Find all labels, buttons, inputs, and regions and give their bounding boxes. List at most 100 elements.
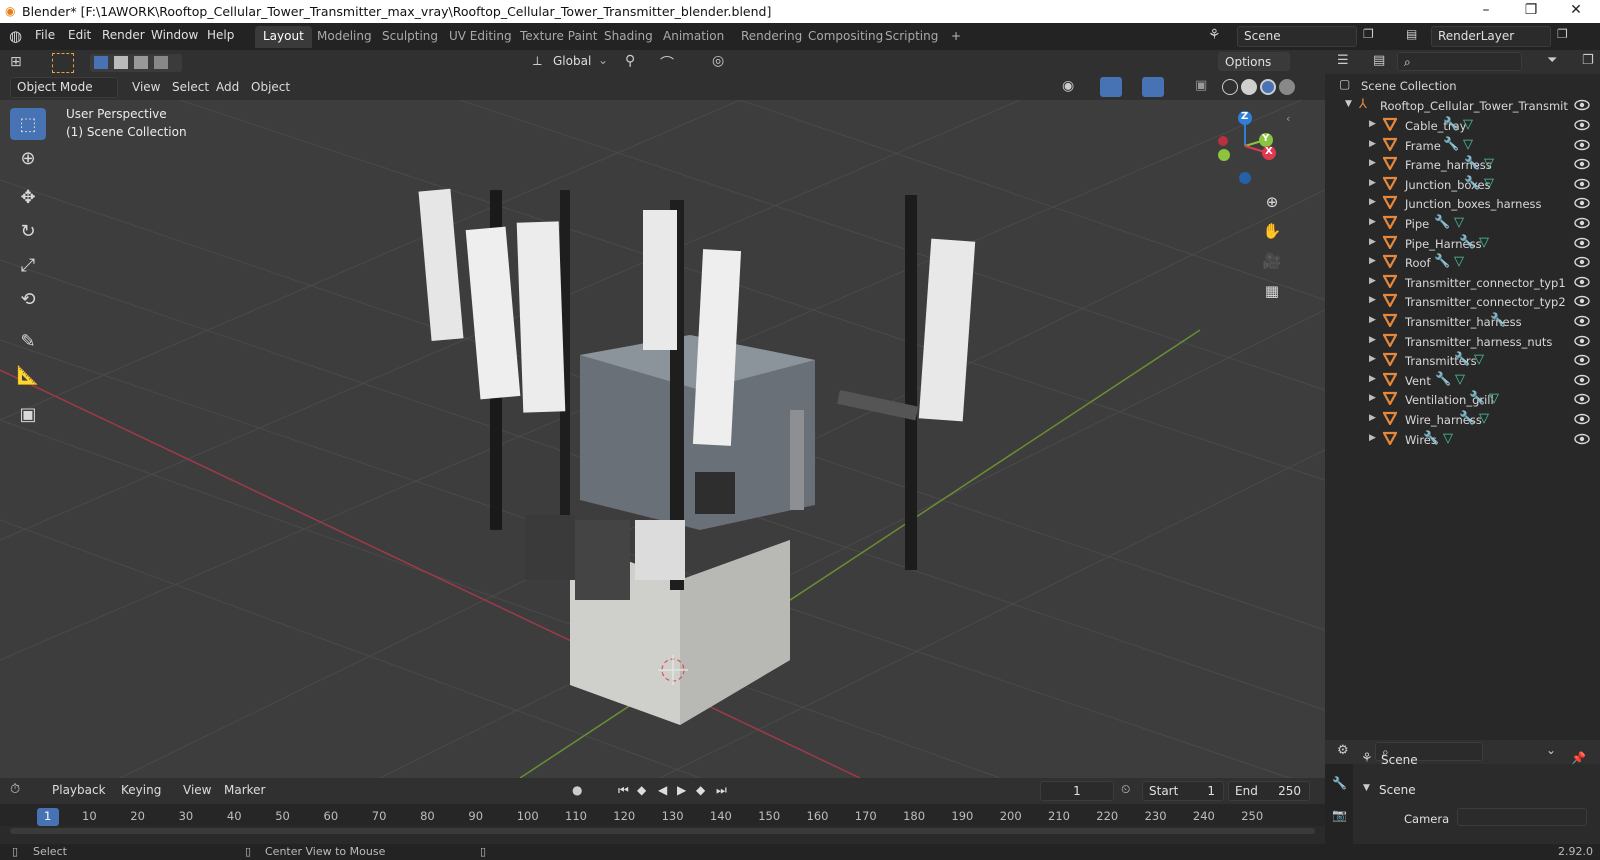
renderlayer-selector[interactable]: RenderLayer xyxy=(1431,26,1551,47)
new-collection-icon[interactable]: ❐ xyxy=(1582,53,1594,68)
expand-right-icon[interactable]: ▶ xyxy=(1369,335,1376,345)
options-dropdown[interactable]: Options xyxy=(1218,52,1290,71)
menu-file[interactable]: File xyxy=(35,28,55,42)
modifier-wrench-icon[interactable]: 🔧 xyxy=(1464,156,1480,171)
expand-right-icon[interactable]: ▶ xyxy=(1369,237,1376,247)
3d-viewport[interactable]: ⬚ ⊕ ✥ ↻ ⤢ ⟲ ✎ 📐 ▣ User Perspective (1) S… xyxy=(0,100,1325,778)
viewport-menu-object[interactable]: Object xyxy=(251,80,290,94)
jump-start-icon[interactable]: ⏮ xyxy=(618,783,629,798)
mesh-data-icon[interactable]: ▽ xyxy=(1484,176,1494,191)
play-reverse-icon[interactable]: ◀ xyxy=(658,783,667,797)
xray-icon[interactable]: ▣ xyxy=(1195,78,1207,93)
outliner-item[interactable]: ▶ Ventilation_grill 🔧 ▽ xyxy=(1325,390,1600,410)
modifier-wrench-icon[interactable]: 🔧 xyxy=(1443,137,1459,152)
mesh-data-icon[interactable]: ▽ xyxy=(1479,411,1489,426)
timeline-scrollbar[interactable] xyxy=(10,828,1315,834)
maximize-button[interactable]: ❐ xyxy=(1521,2,1541,18)
new-renderlayer-icon[interactable]: ❐ xyxy=(1557,27,1568,41)
outliner-item[interactable]: ▶ Junction_boxes 🔧 ▽ xyxy=(1325,175,1600,195)
mode-dropdown[interactable]: Object Mode xyxy=(10,77,118,98)
modifier-wrench-icon[interactable]: 🔧 xyxy=(1434,215,1450,230)
menu-edit[interactable]: Edit xyxy=(68,28,91,42)
pin-icon[interactable]: 📌 xyxy=(1571,751,1586,765)
eye-icon[interactable] xyxy=(1574,293,1590,309)
eye-icon[interactable] xyxy=(1574,215,1590,231)
properties-editor-icon[interactable]: ⚙ xyxy=(1337,743,1349,758)
modifier-wrench-icon[interactable]: 🔧 xyxy=(1469,391,1485,406)
eye-icon[interactable] xyxy=(1574,352,1590,368)
eye-icon[interactable] xyxy=(1574,195,1590,211)
set-selection-icon[interactable] xyxy=(94,56,108,69)
outliner-item[interactable]: ▶ Transmitter_connector_typ1 xyxy=(1325,273,1600,293)
outliner-item[interactable]: ▶ Transmitter_harness_nuts xyxy=(1325,332,1600,352)
mesh-data-icon[interactable]: ▽ xyxy=(1484,156,1494,171)
timeline-menu-playback[interactable]: Playback xyxy=(52,783,106,797)
pivot-point-icon[interactable]: ⚲ xyxy=(625,53,635,69)
tab-layout[interactable]: Layout xyxy=(255,26,312,48)
timeline-menu-keying[interactable]: Keying xyxy=(121,783,161,797)
outliner-item[interactable]: ▶ Wires 🔧 ▽ xyxy=(1325,430,1600,450)
tab-texture-paint[interactable]: Texture Paint xyxy=(512,26,605,48)
pan-hand-icon[interactable]: ✋ xyxy=(1260,219,1284,243)
timeline-editor-icon[interactable]: ⏱ xyxy=(10,782,20,797)
record-icon[interactable]: ● xyxy=(572,783,582,797)
eye-icon[interactable] xyxy=(1574,176,1590,192)
zoom-icon[interactable]: ⊕ xyxy=(1260,190,1284,214)
eye-icon[interactable] xyxy=(1574,313,1590,329)
outliner-search-input[interactable]: ⌕ xyxy=(1397,52,1522,71)
invert-selection-icon[interactable] xyxy=(154,56,168,69)
annotate-tool-icon[interactable]: ✎ xyxy=(10,325,46,357)
eye-icon[interactable] xyxy=(1574,97,1590,113)
expand-right-icon[interactable]: ▶ xyxy=(1369,139,1376,149)
current-frame-field[interactable]: 1 xyxy=(1040,781,1114,801)
mesh-data-icon[interactable]: ▽ xyxy=(1455,372,1465,387)
expand-right-icon[interactable]: ▶ xyxy=(1369,119,1376,129)
outliner-item[interactable]: ▶ Roof 🔧 ▽ xyxy=(1325,253,1600,273)
overlay-toggle-icon[interactable] xyxy=(1142,77,1164,97)
eye-icon[interactable] xyxy=(1574,235,1590,251)
modifier-wrench-icon[interactable]: 🔧 xyxy=(1490,313,1506,328)
modifier-wrench-icon[interactable]: 🔧 xyxy=(1464,176,1480,191)
mesh-data-icon[interactable]: ▽ xyxy=(1479,235,1489,250)
eye-icon[interactable] xyxy=(1574,274,1590,290)
outliner-item[interactable]: ▶ Cable_tray 🔧 ▽ xyxy=(1325,116,1600,136)
expand-right-icon[interactable]: ▶ xyxy=(1369,197,1376,207)
scale-tool-icon[interactable]: ⤢ xyxy=(10,249,46,281)
play-icon[interactable]: ▶ xyxy=(677,783,686,797)
viewport-menu-view[interactable]: View xyxy=(132,80,160,94)
transform-orientation-dropdown[interactable]: Global xyxy=(553,54,591,68)
move-tool-icon[interactable]: ✥ xyxy=(10,181,46,213)
tab-rendering[interactable]: Rendering xyxy=(733,26,810,48)
outliner-parent-object[interactable]: ▼ ⅄ Rooftop_Cellular_Tower_Transmit xyxy=(1325,96,1600,116)
expand-right-icon[interactable]: ▶ xyxy=(1369,315,1376,325)
cursor-tool-icon[interactable]: ⊕ xyxy=(10,142,46,174)
modifier-wrench-icon[interactable]: 🔧 xyxy=(1435,372,1451,387)
material-preview-icon[interactable] xyxy=(1260,79,1276,95)
blender-menu-icon[interactable]: ◍ xyxy=(9,27,22,45)
expand-right-icon[interactable]: ▶ xyxy=(1369,178,1376,188)
expand-right-icon[interactable]: ▶ xyxy=(1369,276,1376,286)
timeline-menu-view[interactable]: View xyxy=(183,783,211,797)
eye-icon[interactable] xyxy=(1574,117,1590,133)
jump-end-icon[interactable]: ⏭ xyxy=(716,783,727,798)
snap-icon[interactable]: ⌒ xyxy=(660,53,674,73)
mesh-data-icon[interactable]: ▽ xyxy=(1474,352,1484,367)
preview-range-icon[interactable]: ⏲ xyxy=(1121,782,1130,797)
modifier-wrench-icon[interactable]: 🔧 xyxy=(1423,431,1439,446)
menu-window[interactable]: Window xyxy=(151,28,198,42)
eye-icon[interactable] xyxy=(1574,391,1590,407)
outliner-item[interactable]: ▶ Frame_harness 🔧 ▽ xyxy=(1325,155,1600,175)
end-frame-field[interactable]: End 250 xyxy=(1228,781,1310,801)
outliner-item[interactable]: ▶ Frame 🔧 ▽ xyxy=(1325,136,1600,156)
tab-sculpting[interactable]: Sculpting xyxy=(374,26,446,48)
perspective-toggle-icon[interactable]: ▦ xyxy=(1260,279,1284,303)
eye-icon[interactable] xyxy=(1574,333,1590,349)
previous-keyframe-icon[interactable]: ◆ xyxy=(637,783,646,797)
modifier-wrench-icon[interactable]: 🔧 xyxy=(1459,411,1475,426)
transform-tool-icon[interactable]: ⟲ xyxy=(10,283,46,315)
expand-right-icon[interactable]: ▶ xyxy=(1369,256,1376,266)
eye-icon[interactable] xyxy=(1574,254,1590,270)
modifier-wrench-icon[interactable]: 🔧 xyxy=(1454,352,1470,367)
subtract-selection-icon[interactable] xyxy=(134,56,148,69)
outliner-item[interactable]: ▶ Junction_boxes_harness xyxy=(1325,194,1600,214)
